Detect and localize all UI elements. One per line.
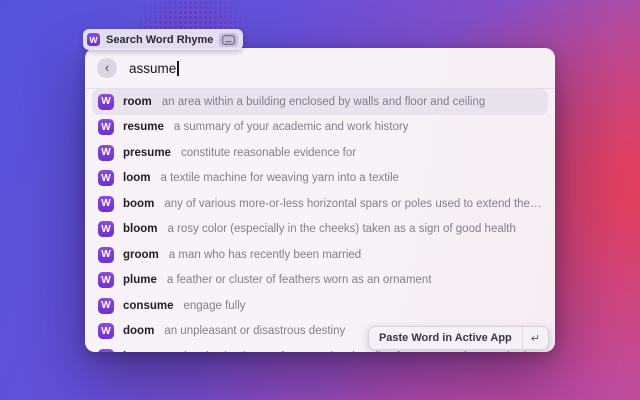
result-word: bloom: [123, 223, 158, 235]
text-caret: [177, 61, 179, 76]
result-word: broom: [123, 351, 159, 352]
word-badge-icon: W: [98, 119, 114, 135]
list-item[interactable]: Wconsume engage fully: [92, 293, 548, 319]
word-badge-icon: W: [98, 349, 114, 352]
list-item[interactable]: Wboom any of various more-or-less horizon…: [92, 191, 548, 217]
result-definition: a cleaning implement for sweeping; bundl…: [169, 351, 542, 352]
list-item[interactable]: Wgroom a man who has recently been marrie…: [92, 242, 548, 268]
result-definition: an unpleasant or disastrous destiny: [164, 325, 345, 337]
chevron-left-icon: ‹: [105, 61, 109, 74]
extension-chip-label: Search Word Rhyme: [106, 34, 213, 46]
result-word: consume: [123, 300, 174, 312]
extension-chip[interactable]: W Search Word Rhyme: [83, 29, 243, 50]
result-definition: any of various more-or-less horizontal s…: [164, 198, 542, 210]
result-word: presume: [123, 147, 171, 159]
launcher-window: ‹ assume Wroom an area within a building …: [85, 48, 555, 352]
result-definition: a rosy color (especially in the cheeks) …: [168, 223, 516, 235]
word-badge-icon: W: [98, 272, 114, 288]
word-badge-icon: W: [98, 196, 114, 212]
word-badge-icon: W: [98, 94, 114, 110]
word-badge-icon: W: [98, 247, 114, 263]
list-item[interactable]: Wplume a feather or cluster of feathers w…: [92, 268, 548, 294]
result-word: loom: [123, 172, 150, 184]
word-badge-icon: W: [98, 145, 114, 161]
word-badge-icon: W: [98, 170, 114, 186]
result-definition: a textile machine for weaving yarn into …: [160, 172, 398, 184]
word-badge-icon: W: [98, 298, 114, 314]
list-item[interactable]: Wroom an area within a building enclosed …: [92, 89, 548, 115]
search-input[interactable]: assume: [129, 61, 176, 76]
result-word: doom: [123, 325, 154, 337]
paste-word-button[interactable]: Paste Word in Active App ↵: [368, 326, 549, 350]
list-item[interactable]: Wpresume constitute reasonable evidence f…: [92, 140, 548, 166]
result-definition: an area within a building enclosed by wa…: [162, 96, 485, 108]
list-item[interactable]: Wresume a summary of your academic and wo…: [92, 115, 548, 141]
result-definition: a man who has recently been married: [169, 249, 361, 261]
list-item[interactable]: Wloom a textile machine for weaving yarn …: [92, 166, 548, 192]
results-list: Wroom an area within a building enclosed …: [85, 89, 555, 352]
word-rhyme-app-icon: W: [87, 33, 100, 46]
word-badge-icon: W: [98, 323, 114, 339]
result-word: resume: [123, 121, 164, 133]
result-definition: a summary of your academic and work hist…: [174, 121, 409, 133]
hotkey-keycap-icon: [219, 33, 238, 47]
result-word: groom: [123, 249, 159, 261]
result-word: boom: [123, 198, 154, 210]
list-item[interactable]: Wbloom a rosy color (especially in the ch…: [92, 217, 548, 243]
result-definition: a feather or cluster of feathers worn as…: [167, 274, 432, 286]
search-bar: ‹ assume: [85, 48, 555, 88]
enter-key-icon: ↵: [522, 327, 548, 349]
word-badge-icon: W: [98, 221, 114, 237]
paste-word-button-label: Paste Word in Active App: [369, 332, 522, 344]
result-word: room: [123, 96, 152, 108]
result-definition: engage fully: [184, 300, 246, 312]
back-button[interactable]: ‹: [97, 58, 117, 78]
result-word: plume: [123, 274, 157, 286]
result-definition: constitute reasonable evidence for: [181, 147, 356, 159]
